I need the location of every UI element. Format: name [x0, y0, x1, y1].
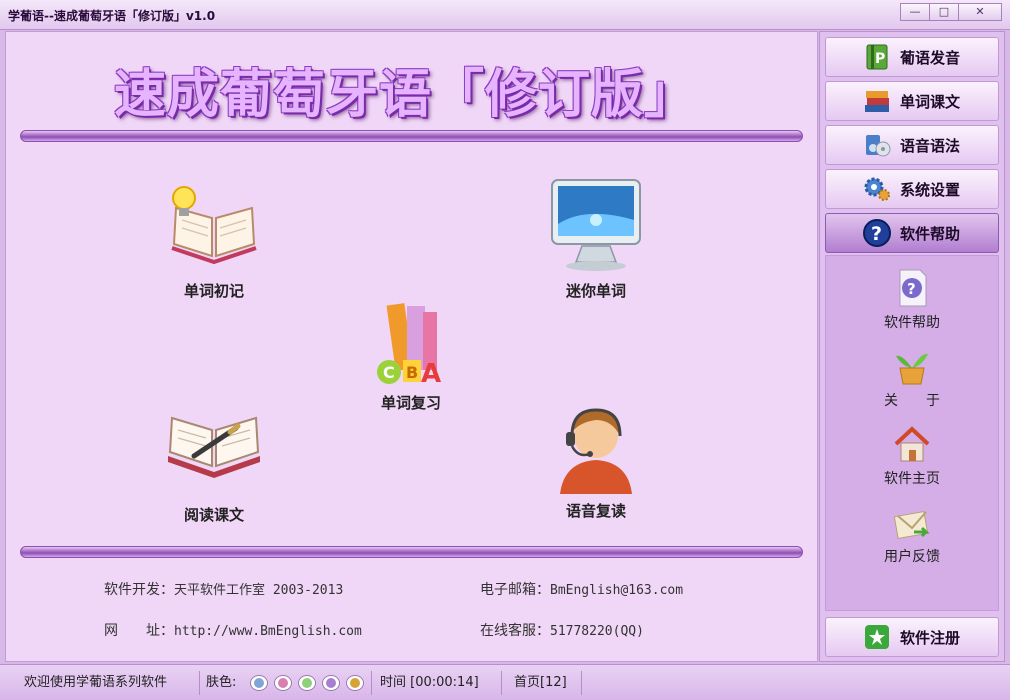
feature-word-first[interactable]: 单词初记 — [149, 182, 279, 301]
email-value[interactable]: BmEnglish@163.com — [550, 583, 683, 598]
register-label: 软件注册 — [900, 628, 961, 647]
sub-homepage[interactable]: 软件主页 — [826, 424, 998, 488]
nav-pronunciation[interactable]: P 葡语发音 — [825, 37, 999, 77]
close-button[interactable]: ✕ — [958, 3, 1002, 21]
feature-read-text-label: 阅读课文 — [183, 506, 244, 524]
feature-mini-word-label: 迷你单词 — [565, 282, 626, 300]
headset-person-icon — [546, 402, 646, 498]
sub-help[interactable]: ? 软件帮助 — [826, 268, 998, 332]
website-info: 网 址：http://www.BmEnglish.com — [104, 620, 362, 640]
window-controls: — □ ✕ — [900, 3, 1002, 21]
window-title: 学葡语--速成葡萄牙语「修订版」v1.0 — [8, 9, 216, 23]
skin-purple[interactable] — [322, 675, 340, 691]
nav-grammar-label: 语音语法 — [900, 136, 961, 155]
skin-blue-dot — [254, 678, 264, 688]
svg-text:?: ? — [907, 280, 916, 298]
feature-word-review-label: 单词复习 — [380, 394, 441, 412]
support-value: 51778220(QQ) — [550, 624, 644, 639]
support-info: 在线客服：51778220(QQ) — [480, 620, 644, 640]
nav-settings-label: 系统设置 — [900, 180, 961, 199]
status-welcome: 欢迎使用学葡语系列软件 — [14, 671, 200, 695]
status-welcome-text: 欢迎使用学葡语系列软件 — [24, 675, 168, 690]
plant-pot-icon — [892, 346, 932, 386]
monitor-icon — [546, 176, 646, 278]
speaker-cd-icon — [862, 130, 892, 160]
email-label: 电子邮箱： — [480, 582, 550, 598]
main-panel: 速成葡萄牙语「修订版」 单词初记 迷你单词 C B A 单词复习 阅读课文 语音… — [5, 31, 818, 662]
nav-grammar[interactable]: 语音语法 — [825, 125, 999, 165]
home-icon — [892, 424, 932, 464]
developer-label: 软件开发： — [104, 582, 174, 598]
feature-word-first-label: 单词初记 — [183, 282, 244, 300]
title-bar: 学葡语--速成葡萄牙语「修订版」v1.0 — □ ✕ — [0, 0, 1010, 30]
banner-title: 速成葡萄牙语「修订版」 — [114, 64, 698, 125]
skin-purple-dot — [326, 678, 336, 688]
nav-word-text[interactable]: 单词课文 — [825, 81, 999, 121]
sub-homepage-label: 软件主页 — [884, 471, 940, 487]
books-abc-icon: C B A — [361, 294, 461, 390]
feature-voice-repeat[interactable]: 语音复读 — [531, 402, 661, 521]
gear-icon — [862, 174, 892, 204]
sub-about[interactable]: 关 于 — [826, 346, 998, 410]
help-question-icon: ? — [862, 218, 892, 248]
register-star-icon — [862, 622, 892, 652]
open-book-lightbulb-icon — [164, 182, 264, 278]
skin-label: 肤色: — [206, 675, 237, 690]
svg-text:A: A — [421, 359, 441, 389]
help-document-icon: ? — [892, 268, 932, 308]
status-time: 时间 [00:00:14] — [372, 671, 502, 695]
skin-orange-dot — [350, 678, 360, 688]
svg-text:B: B — [406, 363, 418, 382]
svg-text:C: C — [383, 363, 395, 382]
skin-blue[interactable] — [250, 675, 268, 691]
status-page: 首页[12] — [502, 671, 582, 695]
top-divider — [20, 130, 803, 142]
developer-value: 天平软件工作室 2003-2013 — [174, 583, 344, 598]
skin-pink-dot — [278, 678, 288, 688]
maximize-button[interactable]: □ — [929, 3, 959, 21]
sub-about-label: 关 于 — [884, 393, 940, 409]
skin-green[interactable] — [298, 675, 316, 691]
sidebar: P 葡语发音 单词课文 语音语法 系统设置 ? 软件帮助 ? 软件帮助 关 于 … — [819, 31, 1005, 662]
feature-word-review[interactable]: C B A 单词复习 — [346, 294, 476, 413]
bottom-divider — [20, 546, 803, 558]
nav-word-text-label: 单词课文 — [900, 92, 961, 111]
skin-green-dot — [302, 678, 312, 688]
support-label: 在线客服： — [480, 623, 550, 639]
nav-settings[interactable]: 系统设置 — [825, 169, 999, 209]
svg-text:?: ? — [871, 223, 882, 245]
developer-info: 软件开发：天平软件工作室 2003-2013 — [104, 579, 343, 599]
website-value[interactable]: http://www.BmEnglish.com — [174, 624, 362, 639]
notebook-p-icon: P — [862, 42, 892, 72]
nav-pronunciation-label: 葡语发音 — [900, 48, 961, 67]
email-info: 电子邮箱：BmEnglish@163.com — [480, 579, 683, 599]
envelope-feedback-icon — [892, 502, 932, 542]
feature-read-text[interactable]: 阅读课文 — [149, 406, 279, 525]
status-bar: 欢迎使用学葡语系列软件 肤色: 时间 [00:00:14] 首页[12] — [0, 664, 1010, 700]
website-label: 网 址： — [104, 623, 174, 639]
nav-help-label: 软件帮助 — [900, 224, 961, 243]
status-time-text: 时间 [00:00:14] — [380, 675, 479, 690]
sub-feedback[interactable]: 用户反馈 — [826, 502, 998, 566]
skin-pink[interactable] — [274, 675, 292, 691]
sub-feedback-label: 用户反馈 — [884, 549, 940, 565]
minimize-button[interactable]: — — [900, 3, 930, 21]
help-subpanel: ? 软件帮助 关 于 软件主页 用户反馈 — [825, 255, 999, 611]
status-page-text: 首页[12] — [514, 675, 567, 690]
feature-voice-repeat-label: 语音复读 — [565, 502, 626, 520]
register-button[interactable]: 软件注册 — [825, 617, 999, 657]
sub-help-label: 软件帮助 — [884, 315, 940, 331]
book-pen-icon — [164, 406, 264, 502]
skin-orange[interactable] — [346, 675, 364, 691]
book-stack-icon — [862, 86, 892, 116]
feature-mini-word[interactable]: 迷你单词 — [531, 176, 661, 301]
svg-text:P: P — [875, 51, 885, 67]
nav-help[interactable]: ? 软件帮助 — [825, 213, 999, 253]
